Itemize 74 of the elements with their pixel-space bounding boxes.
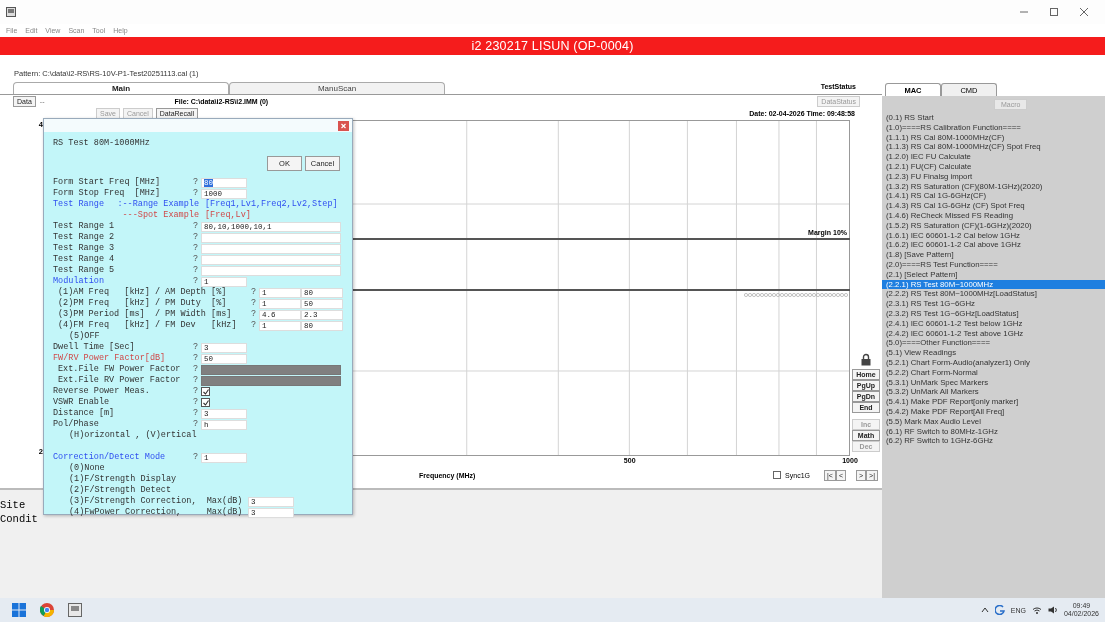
prompt-mark: ? bbox=[193, 254, 200, 265]
field-label: Modulation bbox=[53, 276, 105, 287]
field-label: FW/RV Power Factor[dB] bbox=[53, 353, 167, 364]
windows-icon bbox=[12, 603, 26, 617]
checkbox[interactable] bbox=[201, 387, 210, 396]
prompt-mark: ? bbox=[193, 353, 200, 364]
example-pattern: [Freq1,Lv1,Freq2,Lv2,Step] bbox=[204, 199, 339, 210]
field-label: (3)PM Period [ms] / PM Width [ms] bbox=[57, 309, 233, 320]
prompt-mark: ? bbox=[193, 243, 200, 254]
field-label: Form Stop Freq [MHz] bbox=[53, 188, 162, 199]
prompt-mark: ? bbox=[251, 287, 258, 298]
field-label: Reverse Power Meas. bbox=[53, 386, 151, 397]
example-hint: :--Range Example bbox=[117, 199, 199, 210]
prompt-mark: ? bbox=[193, 397, 200, 408]
field-label: Test Range bbox=[53, 199, 104, 210]
maximize-icon bbox=[1049, 7, 1059, 17]
prompt-mark: ? bbox=[193, 386, 200, 397]
padlock-icon bbox=[861, 353, 871, 366]
prompt-mark: ? bbox=[193, 232, 200, 243]
field-label: Distance [m] bbox=[53, 408, 116, 419]
field-label: Test Range 4 bbox=[53, 254, 116, 265]
option-text: (1)F/Strength Display bbox=[68, 474, 178, 485]
speaker-icon bbox=[1047, 606, 1058, 614]
close-icon bbox=[1079, 7, 1089, 17]
checkbox[interactable] bbox=[201, 398, 210, 407]
field-label: Test Range 1 bbox=[53, 221, 116, 232]
prompt-mark: ? bbox=[193, 408, 200, 419]
banner-title: i2 230217 LISUN (OP-0004) bbox=[471, 39, 634, 53]
prompt-mark: ? bbox=[193, 452, 200, 463]
info-label: Condit bbox=[0, 512, 38, 526]
wifi-icon bbox=[1031, 606, 1042, 614]
example-pattern: [Freq,Lv] bbox=[204, 210, 252, 221]
field-label: Correction/Detect Mode bbox=[53, 452, 167, 463]
browser-icon bbox=[40, 603, 54, 617]
prompt-mark: ? bbox=[193, 364, 200, 375]
prompt-mark: ? bbox=[193, 221, 200, 232]
field-label: Test Range 2 bbox=[53, 232, 116, 243]
field-label: Test Range 3 bbox=[53, 243, 116, 254]
prompt-mark: ? bbox=[193, 177, 200, 188]
prompt-mark: ? bbox=[193, 342, 200, 353]
option-text: (0)None bbox=[68, 463, 106, 474]
example-hint: ---Spot Example bbox=[122, 210, 199, 221]
tab[interactable]: ManuScan bbox=[229, 82, 445, 94]
field-label: (3)F/Strength Correction, Max(dB) bbox=[68, 496, 244, 507]
prompt-mark: ? bbox=[193, 188, 200, 199]
app-window-icon bbox=[68, 603, 82, 617]
option-text: (H)orizontal , (V)ertical bbox=[68, 430, 198, 441]
field-label: (4)FM Freq [kHz] / FM Dev [kHz] bbox=[57, 320, 238, 331]
prompt-mark: ? bbox=[193, 419, 200, 430]
prompt-mark: ? bbox=[193, 375, 200, 386]
prompt-mark: ? bbox=[251, 298, 258, 309]
tab[interactable]: Main bbox=[13, 82, 229, 94]
info-label: Site bbox=[0, 498, 26, 512]
field-label: Ext.File RV Power Factor bbox=[57, 375, 182, 386]
prompt-mark: ? bbox=[251, 309, 258, 320]
field-label: (2)PM Freq [kHz] / PM Duty [%] bbox=[57, 298, 228, 309]
checkbox[interactable] bbox=[773, 471, 782, 479]
app-icon bbox=[6, 7, 16, 17]
option-text: (5)OFF bbox=[68, 331, 101, 342]
caret-icon bbox=[980, 607, 989, 613]
field-label: Form Start Freq [MHz] bbox=[53, 177, 162, 188]
group-title: RS Test 80M-1000MHz bbox=[53, 137, 151, 149]
option-text: (2)F/Strength Detect bbox=[68, 485, 173, 496]
prompt-mark: ? bbox=[251, 320, 258, 331]
field-label: Pol/Phase bbox=[53, 419, 100, 430]
prompt-mark: ? bbox=[193, 265, 200, 276]
field-label: (4)FwPower Correction, Max(dB) bbox=[68, 507, 244, 518]
network-icon bbox=[994, 605, 1005, 615]
field-label: VSWR Enable bbox=[53, 397, 111, 408]
field-label: (1)AM Freq [kHz] / AM Depth [%] bbox=[57, 287, 228, 298]
field-label: Ext.File FW Power Factor bbox=[57, 364, 182, 375]
field-label: Dwell Time [Sec] bbox=[53, 342, 136, 353]
prompt-mark: ? bbox=[193, 276, 200, 287]
field-label: Test Range 5 bbox=[53, 265, 116, 276]
